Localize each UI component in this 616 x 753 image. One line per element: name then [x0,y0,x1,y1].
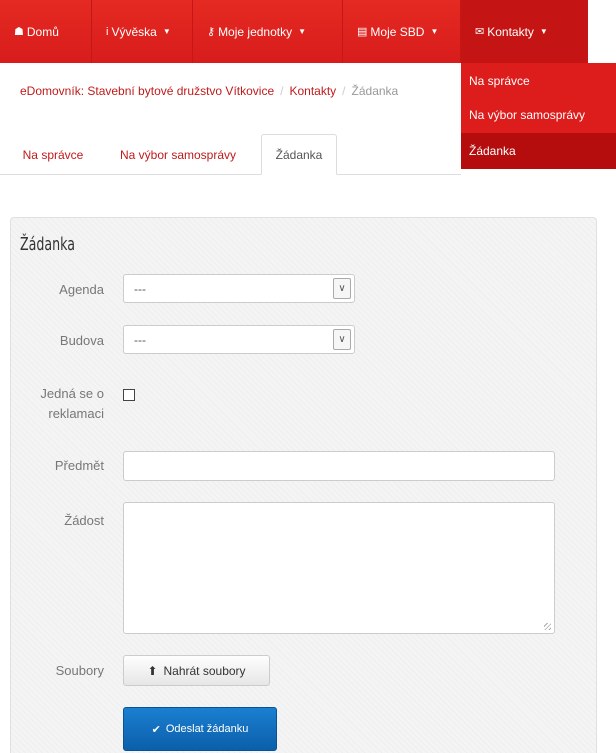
upload-files-button-label: Nahrát soubory [163,663,246,678]
budova-select[interactable]: --- ∨ [123,325,355,354]
tab-label: Na výbor samosprávy [119,147,237,162]
nav-item-domu[interactable]: ☗ Domů [0,0,92,63]
predmet-label: Předmět [54,458,104,473]
nav-item-label: Moje jednotky [218,24,293,39]
submit-request-button[interactable]: ✔ Odeslat žádanku [123,707,277,751]
dropdown-item-na-spravce[interactable]: Na správce [461,63,616,99]
breadcrumb-separator: / [342,84,346,98]
kontakty-dropdown-menu: Na správce Na výbor samosprávy Žádanka [461,63,616,169]
nav-item-kontakty[interactable]: ✉ Kontakty ▼ [461,0,588,63]
nav-item-label: Kontakty [487,24,534,39]
contact-tabs: Na správce Na výbor samosprávy Žádanka [0,134,461,175]
reklamace-checkbox[interactable] [123,389,135,401]
envelope-icon: ✉ [475,26,485,38]
tab-label: Na správce [22,147,84,162]
checkmark-icon: ✔ [151,723,161,736]
agenda-select[interactable]: --- ∨ [123,274,355,303]
breadcrumb-separator: / [280,84,284,98]
budova-label: Budova [59,333,104,348]
dropdown-item-label: Na správce [469,74,530,88]
nav-item-moje-jednotky[interactable]: ⚷ Moje jednotky ▼ [193,0,343,63]
upload-icon: ⬆ [147,663,158,678]
budova-label-wrap: Budova [10,331,104,351]
soubory-label-wrap: Soubory [10,661,104,681]
home-icon: ☗ [14,26,24,38]
predmet-input[interactable] [123,451,555,481]
zadost-textarea[interactable] [123,502,555,634]
reklamace-label-line2: reklamaci [48,406,104,421]
tab-na-vybor-samospravy[interactable]: Na výbor samosprávy [104,134,252,175]
navbar-gap [588,0,616,63]
reklamace-label-line1: Jedná se o [40,386,104,401]
building-icon: ▤ [357,26,368,38]
info-icon: i [106,25,109,38]
breadcrumb-link-kontakty[interactable]: Kontakty [289,84,336,98]
tab-label: Žádanka [275,147,323,162]
agenda-label-wrap: Agenda [10,280,104,300]
form-title: Žádanka [20,234,75,255]
nav-item-label: Vývěska [111,24,157,39]
reklamace-label-wrap: Jedná se o reklamaci [10,384,104,428]
chevron-down-icon: ∨ [333,329,351,350]
nav-item-label: Moje SBD [370,24,425,39]
nav-item-label: Domů [26,24,59,39]
tab-na-spravce[interactable]: Na správce [10,134,96,175]
nav-item-moje-sbd[interactable]: ▤ Moje SBD ▼ [343,0,461,63]
caret-down-icon: ▼ [162,27,171,36]
key-icon: ⚷ [207,26,216,38]
caret-down-icon: ▼ [298,27,307,36]
soubory-label: Soubory [55,663,104,678]
caret-down-icon: ▼ [539,27,548,36]
breadcrumb: eDomovník: Stavební bytové družstvo Vítk… [20,84,398,98]
top-navbar: ☗ Domů i Vývěska ▼ ⚷ Moje jednotky ▼ ▤ M… [0,0,616,63]
tab-zadanka[interactable]: Žádanka [261,134,337,175]
submit-request-button-label: Odeslat žádanku [165,723,249,735]
predmet-label-wrap: Předmět [10,456,104,476]
dropdown-item-zadanka[interactable]: Žádanka [461,133,616,169]
breadcrumb-link-home[interactable]: eDomovník: Stavební bytové družstvo Vítk… [20,84,274,98]
resize-handle-icon[interactable] [544,623,551,630]
zadost-label-wrap: Žádost [10,511,104,531]
dropdown-item-label: Na výbor samosprávy [469,108,586,122]
agenda-label: Agenda [59,282,104,297]
budova-select-value: --- [134,332,146,347]
zadost-label: Žádost [64,513,104,528]
dropdown-item-na-vybor[interactable]: Na výbor samosprávy [461,97,616,133]
chevron-down-icon: ∨ [333,278,351,299]
breadcrumb-current: Žádanka [351,84,399,98]
caret-down-icon: ▼ [430,27,439,36]
upload-files-button[interactable]: ⬆ Nahrát soubory [123,655,270,686]
agenda-select-value: --- [134,281,146,296]
dropdown-item-label: Žádanka [469,144,516,158]
nav-item-vyveska[interactable]: i Vývěska ▼ [92,0,193,63]
